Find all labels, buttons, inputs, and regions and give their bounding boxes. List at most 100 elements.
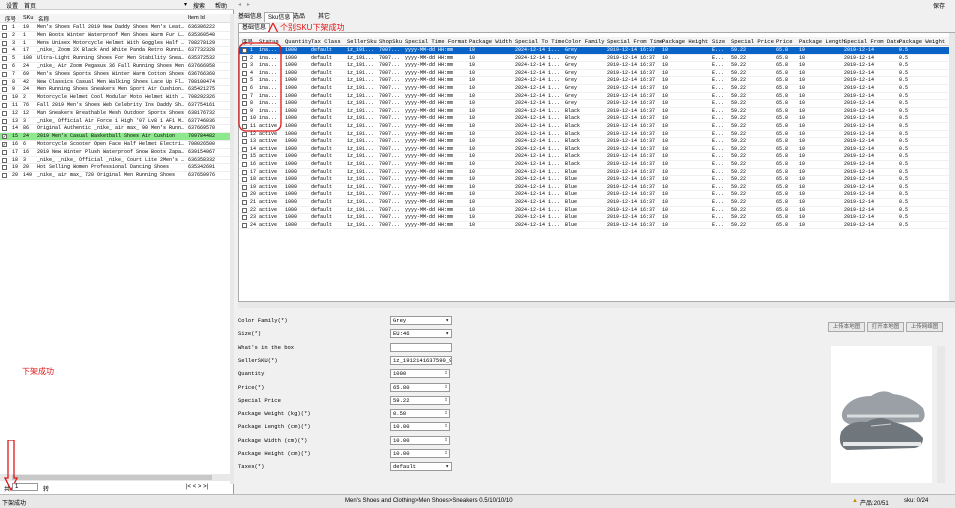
row-checkbox[interactable]: [2, 32, 7, 38]
row-checkbox[interactable]: [2, 63, 7, 69]
table-row[interactable]: 13 active 1000 default 1z_191... 7007... yyyy-…: [239, 138, 954, 146]
home-menu[interactable]: 首页: [24, 1, 36, 10]
grid-col-9[interactable]: Color Family: [565, 38, 605, 45]
list-item[interactable]: 5 100 Ultra-Light Running Shoes For Men St…: [0, 55, 230, 63]
upload-web-image-button[interactable]: 上传网络图: [906, 322, 943, 332]
row-checkbox[interactable]: [2, 79, 7, 85]
form-input[interactable]: 0.50: [390, 409, 450, 419]
table-row[interactable]: 1 ina... 1000 default 1z_191... 7007... yyyy-M…: [239, 47, 954, 55]
upload-local-image-button[interactable]: 上传本地图: [828, 322, 865, 332]
table-row[interactable]: 11 active 1000 default 1z_191... 7007... yyyy-…: [239, 123, 954, 131]
row-checkbox[interactable]: [2, 157, 7, 163]
list-item[interactable]: 19 20 Hot Selling Women Professional Danci…: [0, 164, 230, 173]
row-checkbox[interactable]: [242, 162, 247, 167]
form-input[interactable]: 10.00: [390, 422, 450, 432]
table-row[interactable]: 23 active 1000 default 1z_191... 7007... yyyy-…: [239, 214, 954, 222]
splitter[interactable]: [238, 302, 955, 308]
table-row[interactable]: 12 active 1000 default 1z_191... 7007... yyyy-…: [239, 131, 954, 139]
back-icon[interactable]: ◂: [238, 1, 241, 8]
row-checkbox[interactable]: [2, 173, 7, 179]
row-checkbox[interactable]: [2, 71, 7, 77]
row-checkbox[interactable]: [242, 139, 247, 145]
list-item[interactable]: 9 24 Men Running Shoes Sneakers Men Sport …: [0, 86, 230, 95]
row-checkbox[interactable]: [242, 154, 247, 160]
table-row[interactable]: 22 active 1000 default 1z_191... 7007... yyyy-…: [239, 207, 954, 215]
row-checkbox[interactable]: [2, 126, 7, 132]
row-checkbox[interactable]: ✓: [2, 141, 7, 147]
list-item[interactable]: 13 3 _nike_ Official Air Force 1 High '07 …: [0, 118, 230, 126]
row-checkbox[interactable]: [2, 40, 7, 46]
col-item-id[interactable]: Item Id: [188, 15, 205, 21]
form-select[interactable]: default: [390, 462, 452, 472]
tab-other[interactable]: 其它: [315, 12, 333, 22]
row-checkbox[interactable]: [2, 56, 7, 62]
row-checkbox[interactable]: [242, 215, 247, 221]
table-row[interactable]: 16 active 1000 default 1z_191... 7007... yyyy-…: [239, 161, 954, 169]
list-item[interactable]: 20 149 _nike_ air max_ 720 Original Men Ru…: [0, 172, 230, 180]
list-item[interactable]: 6 24 _nike_ Air Zoom Pegasus 36 Fall Runni…: [0, 63, 230, 71]
grid-col-17[interactable]: Package Weight: [899, 38, 945, 45]
settings-menu[interactable]: 设置: [6, 1, 18, 10]
list-item[interactable]: 10 2 Motorcycle Helmet Cool Modular Moto H…: [0, 94, 230, 102]
row-checkbox[interactable]: [2, 165, 7, 171]
save-button[interactable]: 保存: [933, 1, 945, 10]
row-checkbox[interactable]: [2, 25, 7, 30]
grid-col-14[interactable]: Price: [776, 38, 793, 45]
row-checkbox[interactable]: [2, 118, 7, 124]
table-row[interactable]: 9 ina... 1000 default 1z_191... 7007... yyyy-M…: [239, 108, 954, 116]
grid-col-15[interactable]: Package Length: [799, 38, 845, 45]
grid-col-12[interactable]: Size: [712, 38, 725, 45]
table-row[interactable]: 4 ina... 1000 default 1z_191... 7007... yyyy-M…: [239, 70, 954, 78]
row-checkbox[interactable]: [242, 177, 247, 183]
col-name[interactable]: 名称: [38, 15, 49, 23]
list-item[interactable]: 8 42 New Classics Casual Men Walking Shoes…: [0, 79, 230, 87]
table-row[interactable]: 7 ina... 1000 default 1z_191... 7007... yyyy-M…: [239, 93, 954, 101]
form-input[interactable]: 65.80: [390, 382, 450, 392]
table-row[interactable]: 15 active 1000 default 1z_191... 7007... yyyy-…: [239, 153, 954, 161]
grid-col-4[interactable]: SellerSku: [347, 38, 377, 45]
col-index[interactable]: 序号: [5, 15, 16, 23]
grid-col-3[interactable]: Tax Class: [311, 38, 341, 45]
row-checkbox[interactable]: [242, 207, 247, 213]
left-vertical-scrollbar[interactable]: [230, 14, 234, 484]
grid-col-2[interactable]: Quantity: [285, 38, 311, 45]
tab-selection[interactable]: 选品: [290, 12, 308, 22]
grid-col-7[interactable]: Package Width: [469, 38, 512, 45]
table-row[interactable]: 18 active 1000 default 1z_191... 7007... yyyy-…: [239, 176, 954, 184]
list-item[interactable]: ✓ 15 24 2019 Men's Casual Basketball Shoes …: [0, 133, 230, 141]
forward-icon[interactable]: ▸: [247, 1, 250, 8]
list-item[interactable]: 7 69 Men's Shoes Sports Shoes Winter Warm …: [0, 71, 230, 79]
form-input[interactable]: 59.22: [390, 395, 450, 405]
col-sku[interactable]: SKu: [23, 15, 33, 21]
table-row[interactable]: 24 active 1000 default 1z_191... 7007... yyyy-…: [239, 222, 954, 230]
list-item[interactable]: 18 3 _nike_ _nike_ Official _nike_ Court L…: [0, 157, 230, 165]
grid-col-5[interactable]: ShopSku: [379, 38, 402, 45]
list-item[interactable]: 14 86 Original Authentic _nike_ air max_ 9…: [0, 125, 230, 134]
form-input[interactable]: [390, 342, 452, 352]
form-input[interactable]: 1z_1912141637590_9: [390, 355, 452, 365]
form-select[interactable]: Grey: [390, 316, 452, 325]
open-local-image-button[interactable]: 打开本地图: [867, 322, 904, 332]
page-input[interactable]: 1: [12, 483, 38, 491]
row-checkbox[interactable]: ✓: [2, 134, 7, 140]
tab-basic-info[interactable]: 基础信息: [235, 12, 265, 22]
left-scroll-thumb[interactable]: [12, 475, 212, 480]
row-checkbox[interactable]: [242, 131, 247, 137]
row-checkbox[interactable]: [242, 192, 247, 198]
form-select[interactable]: EU:46: [390, 329, 452, 339]
grid-col-11[interactable]: Package Height: [662, 38, 708, 45]
grid-col-6[interactable]: Special Time Format: [405, 38, 468, 45]
row-checkbox[interactable]: [2, 95, 7, 101]
table-row[interactable]: 17 active 1000 default 1z_191... 7007... yyyy-…: [239, 169, 954, 177]
grid-col-10[interactable]: Special From Time: [607, 38, 663, 45]
form-input[interactable]: 1000: [390, 369, 450, 379]
row-checkbox[interactable]: [242, 184, 247, 190]
list-item[interactable]: ✓ 16 6 Motorcycle Scooter Open Face Half He…: [0, 141, 230, 149]
row-checkbox[interactable]: [242, 169, 247, 175]
table-row[interactable]: 3 ina... 1000 default 1z_191... 7007... yyyy-M…: [239, 62, 954, 70]
form-input[interactable]: 10.00: [390, 435, 450, 445]
table-row[interactable]: 2 ina... 1000 default 1z_191... 7007... yyyy-M…: [239, 55, 954, 63]
search-button[interactable]: 搜索: [193, 1, 205, 10]
row-checkbox[interactable]: [2, 48, 7, 54]
list-item[interactable]: 3 1 Mens Unisex Motorcycle Helmet With Gog…: [0, 40, 230, 48]
